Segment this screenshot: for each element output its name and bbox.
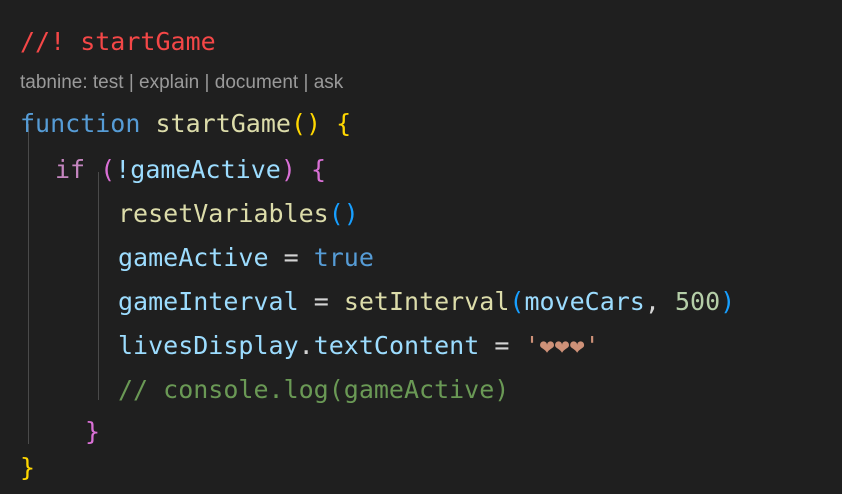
codelens-separator: | bbox=[204, 72, 210, 93]
code-line-set-interval[interactable]: gameInterval = setInterval(moveCars, 500… bbox=[118, 280, 735, 324]
code-line-function-close[interactable]: } bbox=[20, 446, 35, 490]
paren-open: ( bbox=[290, 109, 307, 138]
paren-open: ( bbox=[328, 199, 344, 228]
code-editor[interactable]: //! startGame tabnine: test | explain | … bbox=[0, 0, 842, 494]
codelens-document-link[interactable]: document bbox=[215, 72, 298, 93]
paren-close: ) bbox=[280, 155, 296, 184]
string-literal: '❤❤❤' bbox=[524, 331, 600, 360]
argument-callback: moveCars bbox=[524, 287, 645, 316]
brace-open: { bbox=[310, 155, 326, 184]
assign-operator: = bbox=[313, 287, 329, 316]
condition-expression: !gameActive bbox=[115, 155, 281, 184]
variable-name: gameInterval bbox=[118, 287, 299, 316]
codelens-prefix: tabnine: bbox=[20, 72, 88, 93]
codelens-separator: | bbox=[128, 72, 134, 93]
assign-operator: = bbox=[494, 331, 510, 360]
code-line-function-declaration[interactable]: function startGame() { bbox=[20, 102, 351, 146]
paren-open: ( bbox=[100, 155, 116, 184]
codelens-explain-link[interactable]: explain bbox=[139, 72, 199, 93]
code-line-if-close[interactable]: } bbox=[85, 410, 100, 454]
code-line-commented-log[interactable]: // console.log(gameActive) bbox=[118, 368, 509, 412]
code-line-set-active[interactable]: gameActive = true bbox=[118, 236, 374, 280]
code-line-comment-title[interactable]: //! startGame bbox=[20, 20, 216, 64]
tabnine-codelens: tabnine: test | explain | document | ask bbox=[20, 68, 343, 98]
code-line-reset-call[interactable]: resetVariables() bbox=[118, 192, 359, 236]
brace-close: } bbox=[20, 453, 36, 482]
paren-open: ( bbox=[509, 287, 525, 316]
dot-operator: . bbox=[298, 331, 314, 360]
function-name: startGame bbox=[155, 109, 291, 138]
argument-number: 500 bbox=[675, 287, 721, 316]
code-line-if-statement[interactable]: if (!gameActive) { bbox=[55, 148, 326, 192]
property-name: textContent bbox=[313, 331, 480, 360]
paren-close: ) bbox=[343, 199, 359, 228]
brace-close: } bbox=[85, 417, 101, 446]
codelens-separator: | bbox=[303, 72, 309, 93]
brace-open: { bbox=[336, 109, 352, 138]
codelens-test-link[interactable]: test bbox=[93, 72, 124, 93]
keyword-if: if bbox=[55, 155, 86, 184]
keyword-true: true bbox=[313, 243, 374, 272]
object-name: livesDisplay bbox=[118, 331, 299, 360]
codelens-ask-link[interactable]: ask bbox=[314, 72, 344, 93]
paren-close: ) bbox=[720, 287, 736, 316]
indent-guide-level-1 bbox=[28, 124, 29, 444]
comma: , bbox=[644, 287, 660, 316]
function-call-name: setInterval bbox=[343, 287, 510, 316]
keyword-function: function bbox=[20, 109, 141, 138]
variable-name: gameActive bbox=[118, 243, 269, 272]
indent-guide-level-2 bbox=[98, 172, 99, 400]
code-line-lives-display[interactable]: livesDisplay.textContent = '❤❤❤' bbox=[118, 324, 600, 368]
paren-close: ) bbox=[306, 109, 322, 138]
function-call-name: resetVariables bbox=[118, 199, 329, 228]
assign-operator: = bbox=[283, 243, 299, 272]
